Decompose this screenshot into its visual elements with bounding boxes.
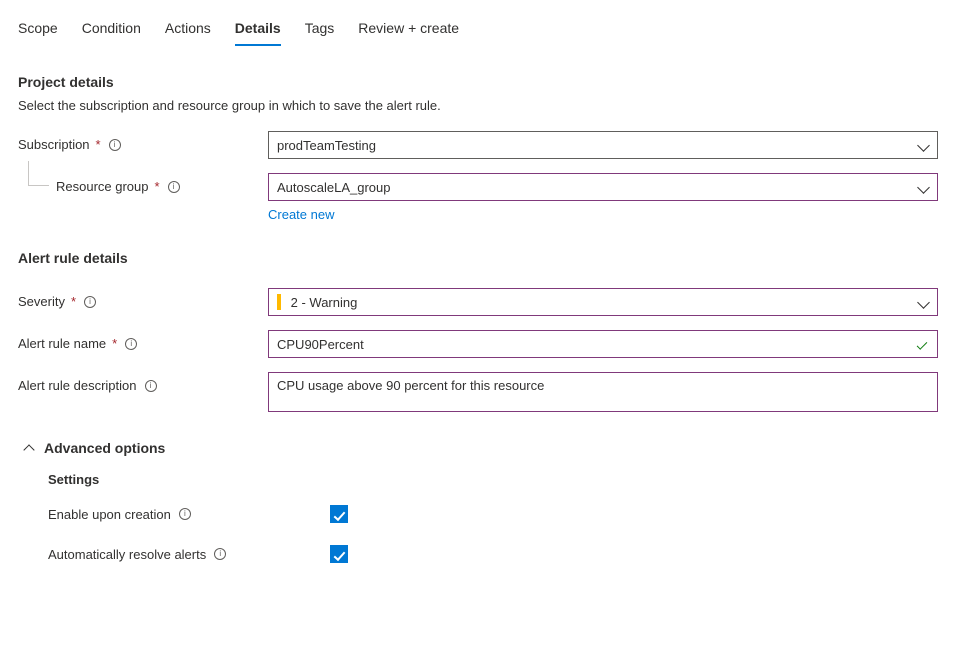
severity-dropdown[interactable]: 2 - Warning [268,288,938,316]
info-icon[interactable]: i [179,508,191,520]
alert-rule-details-section: Alert rule details Severity * i 2 - Warn… [18,250,956,412]
tab-details[interactable]: Details [235,12,281,46]
project-details-title: Project details [18,74,956,90]
advanced-options-section: Advanced options Settings Enable upon cr… [18,440,956,563]
alert-rule-name-label: Alert rule name [18,336,106,351]
project-details-section: Project details Select the subscription … [18,74,956,222]
severity-label: Severity [18,294,65,309]
tab-condition[interactable]: Condition [82,12,141,46]
valid-check-icon [915,337,929,351]
resource-group-dropdown[interactable]: AutoscaleLA_group [268,173,938,201]
auto-resolve-label: Automatically resolve alerts [48,547,206,562]
subscription-value: prodTeamTesting [277,138,376,153]
resource-group-label: Resource group [56,179,149,194]
enable-upon-creation-checkbox[interactable] [330,505,348,523]
alert-rule-desc-value: CPU usage above 90 percent for this reso… [277,378,544,393]
info-icon[interactable]: i [145,380,157,392]
tab-scope[interactable]: Scope [18,12,58,46]
alert-rule-name-input[interactable]: CPU90Percent [268,330,938,358]
subscription-dropdown[interactable]: prodTeamTesting [268,131,938,159]
advanced-options-title: Advanced options [44,440,165,456]
tab-tags[interactable]: Tags [305,12,335,46]
subscription-label: Subscription [18,137,90,152]
tab-actions[interactable]: Actions [165,12,211,46]
chevron-down-icon [921,300,929,305]
enable-upon-creation-label: Enable upon creation [48,507,171,522]
alert-rule-desc-label: Alert rule description [18,378,137,393]
chevron-up-icon [24,443,34,453]
info-icon[interactable]: i [84,296,96,308]
alert-rule-desc-input[interactable]: CPU usage above 90 percent for this reso… [268,372,938,412]
tab-review-create[interactable]: Review + create [358,12,459,46]
info-icon[interactable]: i [109,139,121,151]
chevron-down-icon [921,143,929,148]
resource-group-value: AutoscaleLA_group [277,180,390,195]
severity-color-bar [277,294,281,310]
create-new-link[interactable]: Create new [268,207,334,222]
info-icon[interactable]: i [168,181,180,193]
required-asterisk: * [155,179,160,194]
tab-bar: Scope Condition Actions Details Tags Rev… [18,12,956,46]
settings-title: Settings [48,472,956,487]
required-asterisk: * [112,336,117,351]
project-details-desc: Select the subscription and resource gro… [18,98,956,113]
info-icon[interactable]: i [214,548,226,560]
severity-value: 2 - Warning [291,295,358,310]
chevron-down-icon [921,185,929,190]
alert-rule-details-title: Alert rule details [18,250,956,266]
required-asterisk: * [71,294,76,309]
required-asterisk: * [96,137,101,152]
alert-rule-name-value: CPU90Percent [277,337,364,352]
advanced-options-toggle[interactable]: Advanced options [18,440,956,456]
info-icon[interactable]: i [125,338,137,350]
auto-resolve-checkbox[interactable] [330,545,348,563]
